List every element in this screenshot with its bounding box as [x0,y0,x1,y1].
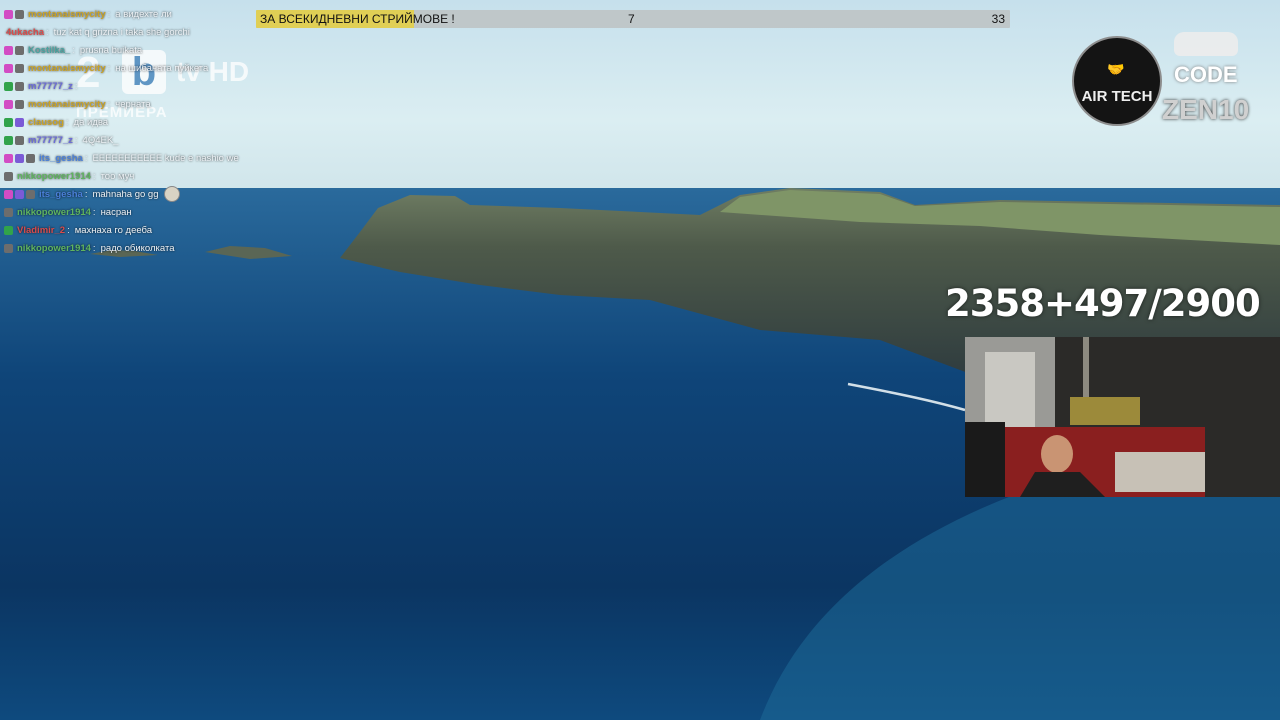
chat-message: m77777_z:4Q4EK_ [4,131,304,149]
sub-badge-icon [4,9,13,19]
prime-badge-icon [4,207,13,217]
chat-separator: : [92,170,96,182]
chat-separator: : [74,80,78,92]
chat-username[interactable]: nikkopower1914 [17,242,91,255]
chat-separator: : [67,224,70,236]
promo-code-label: CODE [1174,62,1238,87]
sponsor-overlay: 🤝 AIR TECH CODE ZEN10 [1072,32,1272,132]
chat-separator: : [46,26,49,38]
chat-text: махнаха го дееба [74,224,153,236]
promo-code-value: ZEN10 [1162,94,1250,125]
chat-username[interactable]: 4ukacha [6,26,44,39]
chat-text: радо обиколката [100,242,175,254]
chat-separator: : [84,188,88,200]
sub-badge-icon [4,99,13,109]
chat-text: EEEEEEEEEEE kude e nashio we [92,152,239,164]
prime-badge-icon [26,189,35,199]
prime-badge-icon [15,99,24,109]
chat-username[interactable]: m77777_z [28,134,73,147]
chat-message: its_gesha: EEEEEEEEEEE kude e nashio we [4,149,304,167]
chat-message: clausog: да идва [4,113,304,131]
chat-text: черната [115,98,151,110]
chat-message: nikkopower1914: радо обиколката [4,239,304,257]
chat-username[interactable]: clausog [28,116,64,129]
chat-separator: : [72,44,75,56]
handshake-icon: 🤝 [1107,62,1125,78]
chat-username[interactable]: its_gesha [39,188,83,201]
goal-target: 33 [991,12,1005,26]
prime-badge-icon [15,135,24,145]
stream-goal-bar: ЗА ВСЕКИДНЕВНИ СТРИЙМОВЕ ! 7 33 [256,10,1010,28]
chat-separator: : [84,152,88,164]
prime-badge-icon [26,153,35,163]
chat-username[interactable]: nikkopower1914 [17,170,91,183]
chat-message: 4ukacha: tuz kat q grizna i taka she gorc… [4,23,304,41]
prime-badge-icon [15,45,24,55]
prime-badge-icon [15,63,24,73]
chat-username[interactable]: montanaismycity [28,62,106,75]
chat-username[interactable]: Vladimir_2 [17,224,65,237]
mod-badge-icon [4,81,13,91]
chat-text: на шибаната пуйкета [115,62,209,74]
emote-icon [163,186,180,202]
chat-message: nikkopower1914: тоо муч [4,167,304,185]
chat-username[interactable]: nikkopower1914 [17,206,91,219]
chat-text: а видехте ли [115,8,172,20]
chat-message: montanaismycity: на шибаната пуйкета [4,59,304,77]
chat-username[interactable]: Kostilka_ [28,44,70,57]
sub-badge-icon [4,45,13,55]
chat-username[interactable]: its_gesha [39,152,83,165]
webcam-person-head [1041,435,1073,473]
airtech-logo: 🤝 AIR TECH [1072,36,1162,126]
sub-badge-icon [4,153,13,163]
goal-current: 7 [628,12,635,26]
webcam-table [1115,452,1205,492]
chat-message: Vladimir_2: махнаха го дееба [4,221,304,239]
bits-badge-icon [15,117,24,127]
chat-text: тоо муч [100,170,135,182]
chat-overlay: montanaismycity: а видехте ли 4ukacha: tuz … [4,5,304,257]
bits-badge-icon [15,189,24,199]
chat-text: насран [100,206,132,218]
chat-text: да идва [73,116,109,128]
webcam-feed [965,337,1280,497]
prime-badge-icon [15,81,24,91]
mod-badge-icon [4,225,13,235]
chat-username[interactable]: m77777_z [28,80,73,93]
earbuds-case-icon [1174,32,1238,56]
chat-separator: : [92,206,96,218]
chat-message: Kostilka_: prusna buikata [4,41,304,59]
prime-badge-icon [4,171,13,181]
chat-message: montanaismycity: черната [4,95,304,113]
sub-badge-icon [4,189,13,199]
chat-separator: : [65,116,69,128]
bits-badge-icon [15,153,24,163]
prime-badge-icon [4,243,13,253]
prime-badge-icon [15,9,24,19]
webcam-chair [965,422,1005,497]
chat-message: montanaismycity: а видехте ли [4,5,304,23]
webcam-car [1070,397,1140,425]
chat-message: m77777_z: [4,77,304,95]
chat-separator: : [92,242,96,254]
chat-message: its_gesha: mahnaha go gg [4,185,304,203]
mod-badge-icon [4,117,13,127]
chat-username[interactable]: montanaismycity [28,98,106,111]
chat-text: prusna buikata [79,44,143,56]
sub-badge-icon [4,63,13,73]
chat-separator: : [74,134,78,146]
sub-counter: 2358+497/2900 [945,282,1261,325]
chat-text: mahnaha go gg [92,188,159,200]
chat-separator: : [107,8,111,20]
chat-separator: : [107,98,111,110]
chat-message: nikkopower1914: насран [4,203,304,221]
chat-text: tuz kat q grizna i taka she gorchi [53,26,190,38]
chat-username[interactable]: montanaismycity [28,8,106,21]
chat-text: 4Q4EK_ [82,134,119,146]
airtech-brand: AIR TECH [1081,88,1153,105]
chat-separator: : [107,62,111,74]
mod-badge-icon [4,135,13,145]
